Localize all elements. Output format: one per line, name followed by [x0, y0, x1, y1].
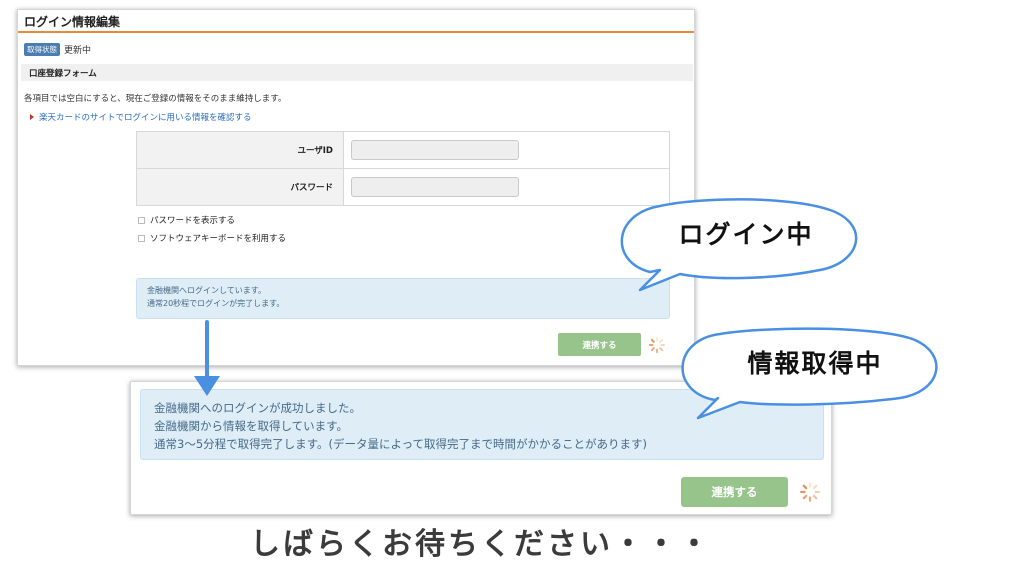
canvas: ログイン情報編集 取得状態 更新中 口座登録フォーム 各項目では空白にすると、現… [0, 0, 1024, 576]
status-text: 更新中 [64, 46, 92, 56]
message-line: 通常20秒程でログインが完了します。 [147, 299, 285, 308]
confirm-link-text[interactable]: 楽天カードのサイトでログインに用いる情報を確認する [39, 111, 252, 123]
user-id-label: ユーザID [136, 131, 344, 169]
table-row: パスワード [136, 168, 670, 206]
message-line: 金融機関へログインしています。 [147, 286, 266, 295]
loading-spinner-icon [800, 482, 820, 502]
status-row: 取得状態 更新中 [24, 43, 91, 56]
fetch-status-message: 金融機関へのログインが成功しました。 金融機関から情報を取得しています。 通常3… [140, 389, 824, 460]
software-keyboard-checkbox[interactable]: ソフトウェアキーボードを利用する [138, 232, 286, 244]
status-badge: 取得状態 [24, 43, 60, 56]
loading-spinner-icon [648, 336, 666, 354]
show-password-label: パスワードを表示する [150, 216, 236, 226]
link-button[interactable]: 連携する [558, 333, 641, 356]
login-status-message: 金融機関へログインしています。 通常20秒程でログインが完了します。 [136, 278, 670, 319]
message-line: 金融機関へのログインが成功しました。 [154, 401, 361, 415]
arrow-right-icon [30, 114, 34, 120]
password-input[interactable] [351, 177, 519, 197]
link-button[interactable]: 連携する [681, 477, 788, 507]
fetching-bubble-text: 情報取得中 [747, 349, 883, 378]
confirm-link[interactable]: 楽天カードのサイトでログインに用いる情報を確認する [30, 111, 252, 123]
checkbox-box[interactable] [138, 234, 145, 242]
page-title: ログイン情報編集 [18, 10, 694, 33]
user-id-input[interactable] [351, 140, 519, 160]
password-label: パスワード [136, 168, 344, 206]
show-password-checkbox[interactable]: パスワードを表示する [138, 214, 235, 226]
login-edit-panel: ログイン情報編集 取得状態 更新中 口座登録フォーム 各項目では空白にすると、現… [17, 9, 695, 366]
software-keyboard-label: ソフトウェアキーボードを利用する [150, 234, 287, 244]
table-row: ユーザID [136, 131, 670, 169]
message-line: 通常3〜5分程で取得完了します。(データ量によって取得完了まで時間がかかることが… [154, 437, 648, 451]
fetching-panel: 金融機関へのログインが成功しました。 金融機関から情報を取得しています。 通常3… [130, 381, 832, 515]
form-note: 各項目では空白にすると、現在ご登録の情報をそのまま維持します。 [24, 94, 287, 104]
wait-caption: しばらくお待ちください・・・ [250, 527, 712, 562]
checkbox-box[interactable] [138, 216, 145, 224]
login-bubble-text: ログイン中 [678, 220, 814, 249]
login-form-table: ユーザID パスワード [136, 131, 670, 206]
section-title: 口座登録フォーム [21, 64, 693, 81]
message-line: 金融機関から情報を取得しています。 [154, 419, 349, 433]
